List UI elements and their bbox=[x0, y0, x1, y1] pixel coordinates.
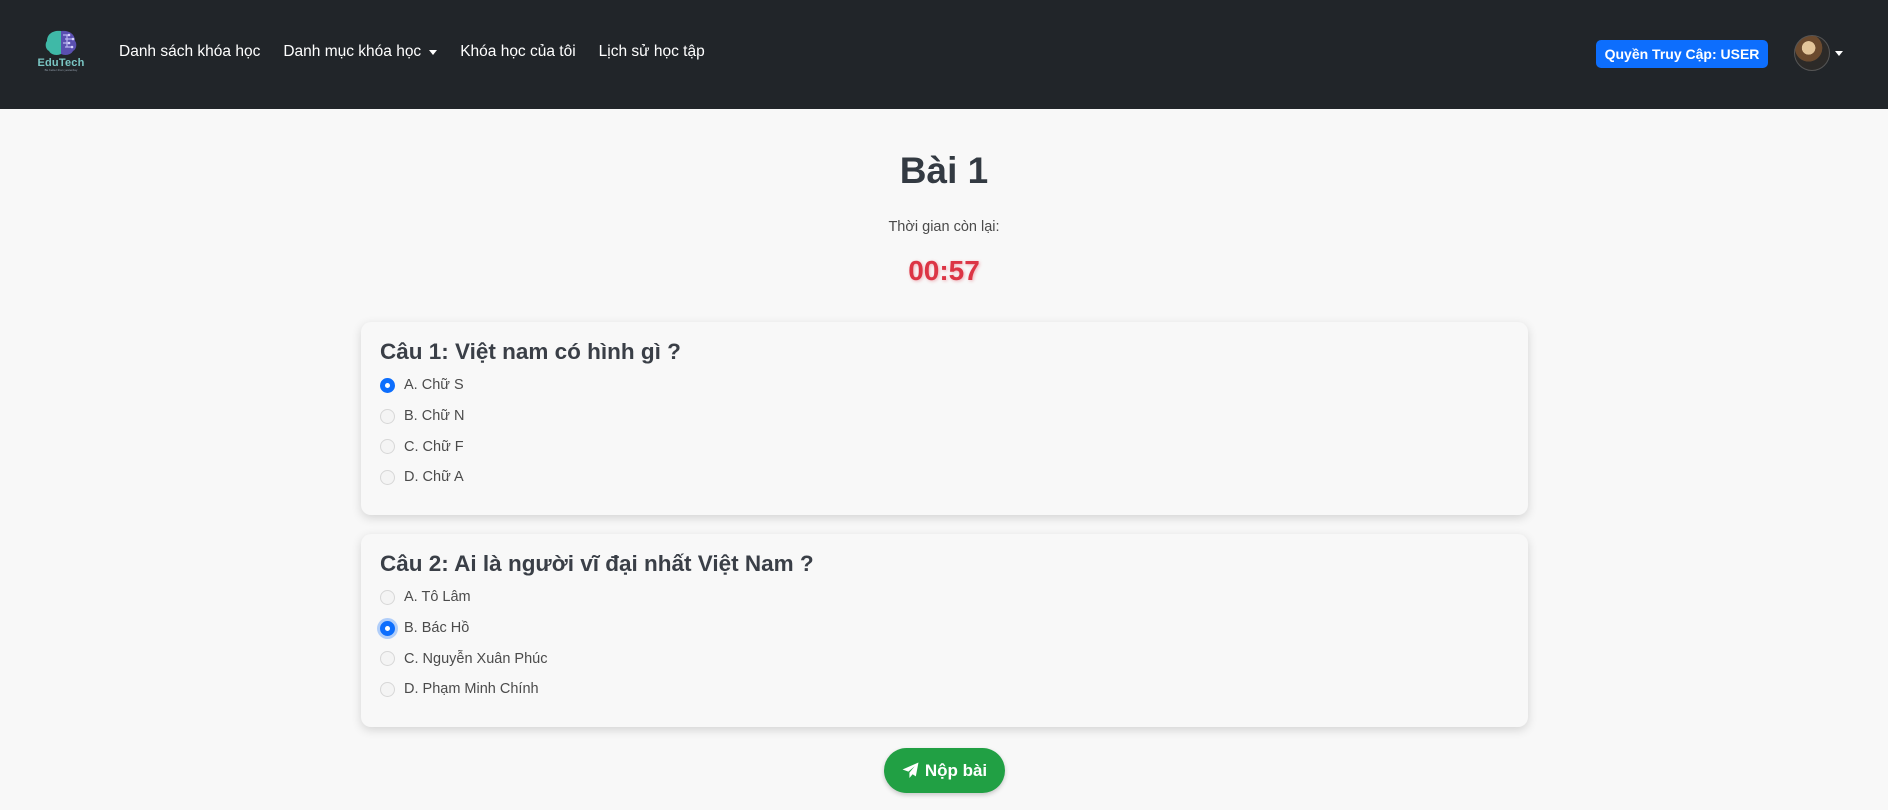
submit-button[interactable]: Nộp bài bbox=[884, 748, 1005, 793]
option-label: B. Chữ N bbox=[404, 408, 465, 425]
option-radio-q1-d[interactable]: D. Chữ A bbox=[380, 462, 1509, 493]
user-menu-toggle[interactable] bbox=[1794, 35, 1843, 71]
option-label: D. Chữ A bbox=[404, 469, 464, 486]
radio-button[interactable] bbox=[380, 589, 395, 605]
nav-course-categories-dropdown[interactable]: Danh mục khóa học bbox=[283, 43, 438, 61]
nav-my-courses[interactable]: Khóa học của tôi bbox=[460, 43, 575, 61]
radio-button[interactable] bbox=[380, 620, 395, 636]
question-text: Câu 1: Việt nam có hình gì ? bbox=[380, 339, 681, 364]
paper-plane-icon bbox=[902, 762, 919, 778]
brand-tagline: Be better than yesterday bbox=[44, 68, 78, 72]
option-label: A. Chữ S bbox=[404, 377, 464, 394]
option-radio-q2-b[interactable]: B. Bác Hồ bbox=[380, 613, 1509, 644]
radio-button[interactable] bbox=[380, 469, 395, 485]
nav-learning-history[interactable]: Lịch sử học tập bbox=[599, 43, 705, 61]
main-nav: Danh sách khóa học Danh mục khóa học Khó… bbox=[119, 43, 728, 61]
radio-button[interactable] bbox=[380, 377, 395, 393]
nav-course-list[interactable]: Danh sách khóa học bbox=[119, 43, 260, 61]
option-label: D. Phạm Minh Chính bbox=[404, 681, 539, 698]
submit-button-label: Nộp bài bbox=[924, 760, 988, 780]
role-badge: Quyền Truy Cập: USER bbox=[1596, 40, 1768, 68]
page-title: Bài 1 bbox=[899, 150, 989, 191]
option-label: C. Chữ F bbox=[404, 438, 464, 455]
nav-course-list-label: Danh sách khóa học bbox=[119, 43, 261, 60]
brand-name: EduTech bbox=[37, 57, 85, 69]
option-radio-q2-c[interactable]: C. Nguyễn Xuân Phúc bbox=[380, 643, 1509, 674]
question-card-2: Câu 2: Ai là người vĩ đại nhất Việt Nam … bbox=[361, 534, 1528, 727]
radio-button[interactable] bbox=[380, 681, 395, 697]
radio-button[interactable] bbox=[380, 651, 395, 667]
timer-label: Thời gian còn lại: bbox=[888, 219, 1000, 235]
option-label: A. Tô Lâm bbox=[404, 589, 471, 606]
nav-course-categories-label: Danh mục khóa học bbox=[283, 43, 422, 60]
caret-down-icon bbox=[1835, 50, 1843, 56]
question-text: Câu 2: Ai là người vĩ đại nhất Việt Nam … bbox=[380, 551, 814, 576]
radio-button[interactable] bbox=[380, 408, 395, 424]
brand-logo[interactable]: EduTech Be better than yesterday bbox=[36, 29, 86, 79]
option-radio-q1-c[interactable]: C. Chữ F bbox=[380, 431, 1509, 462]
countdown-timer: 00:57 bbox=[908, 255, 980, 286]
nav-my-courses-label: Khóa học của tôi bbox=[460, 43, 576, 60]
radio-button[interactable] bbox=[380, 439, 395, 455]
avatar bbox=[1794, 35, 1830, 71]
question-card-1: Câu 1: Việt nam có hình gì ? A. Chữ S B.… bbox=[361, 322, 1528, 515]
option-label: B. Bác Hồ bbox=[404, 620, 470, 637]
option-radio-q2-d[interactable]: D. Phạm Minh Chính bbox=[380, 674, 1509, 705]
caret-down-icon bbox=[429, 49, 438, 55]
option-radio-q2-a[interactable]: A. Tô Lâm bbox=[380, 582, 1509, 613]
option-radio-q1-b[interactable]: B. Chữ N bbox=[380, 401, 1509, 432]
navbar: EduTech Be better than yesterday Danh sá… bbox=[0, 0, 1888, 109]
option-radio-q1-a[interactable]: A. Chữ S bbox=[380, 370, 1509, 401]
brain-icon bbox=[45, 30, 77, 55]
option-label: C. Nguyễn Xuân Phúc bbox=[404, 650, 548, 667]
nav-learning-history-label: Lịch sử học tập bbox=[598, 43, 705, 60]
